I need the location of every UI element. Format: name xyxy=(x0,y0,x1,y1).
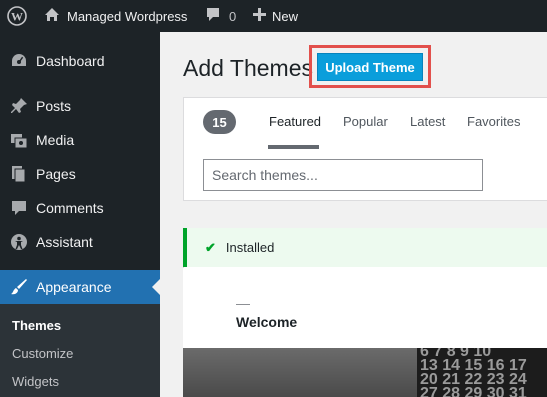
sidebar-item-label: Media xyxy=(36,132,75,148)
checkmark-icon: ✔ xyxy=(205,239,216,255)
new-label: New xyxy=(272,8,299,24)
pin-icon xyxy=(9,96,29,116)
preview-image-grey xyxy=(183,348,417,397)
tab-latest[interactable]: Latest xyxy=(410,114,445,129)
upload-theme-button[interactable]: Upload Theme xyxy=(317,53,423,81)
installed-notice: ✔ Installed xyxy=(183,228,547,267)
dashboard-icon xyxy=(9,51,29,71)
sidebar-item-label: Posts xyxy=(36,98,72,114)
media-icon xyxy=(9,130,29,150)
appearance-submenu: Themes Customize Widgets xyxy=(0,304,160,397)
search-themes-input[interactable] xyxy=(203,159,483,191)
installed-label: Installed xyxy=(225,240,275,255)
preview-divider xyxy=(236,304,250,305)
assistant-icon xyxy=(9,232,29,252)
submenu-item-themes[interactable]: Themes xyxy=(12,318,61,333)
admin-sidebar: Dashboard Posts Media Pages Comments Ass… xyxy=(0,32,160,397)
sidebar-item-label: Assistant xyxy=(36,234,93,250)
wordpress-logo-icon[interactable]: W xyxy=(7,0,29,32)
sidebar-item-pages[interactable]: Pages xyxy=(0,157,160,191)
home-icon xyxy=(44,7,60,25)
brush-icon xyxy=(9,277,29,297)
comments-count: 0 xyxy=(229,8,237,24)
pages-icon xyxy=(9,164,29,184)
sidebar-item-posts[interactable]: Posts xyxy=(0,89,160,123)
sidebar-item-dashboard[interactable]: Dashboard xyxy=(0,44,160,78)
plus-icon xyxy=(253,8,266,24)
comment-icon xyxy=(9,198,29,218)
sidebar-item-label: Pages xyxy=(36,166,76,182)
submenu-item-widgets[interactable]: Widgets xyxy=(12,374,59,389)
submenu-item-customize[interactable]: Customize xyxy=(12,346,73,361)
admin-bar: W Managed Wordpress 0 New xyxy=(0,0,547,32)
tab-popular[interactable]: Popular xyxy=(343,114,388,129)
comment-bubble-icon xyxy=(205,7,221,25)
sidebar-item-label: Dashboard xyxy=(36,53,105,69)
comments-link[interactable]: 0 xyxy=(205,0,236,32)
site-name-link[interactable]: Managed Wordpress xyxy=(44,0,187,32)
new-content-link[interactable]: New xyxy=(253,0,298,32)
theme-count-badge: 15 xyxy=(203,110,236,134)
preview-calendar-image: 6 7 8 9 10 13 14 15 16 17 20 21 22 23 24… xyxy=(417,348,547,397)
sidebar-item-media[interactable]: Media xyxy=(0,123,160,157)
sidebar-item-comments[interactable]: Comments xyxy=(0,191,160,225)
site-name: Managed Wordpress xyxy=(67,8,188,24)
sidebar-item-appearance[interactable]: Appearance xyxy=(0,270,160,304)
tab-favorites[interactable]: Favorites xyxy=(467,114,520,129)
calendar-row: 27 28 29 30 31 xyxy=(420,385,527,397)
page-title: Add Themes xyxy=(183,55,313,81)
svg-text:W: W xyxy=(11,10,23,24)
sidebar-item-assistant[interactable]: Assistant xyxy=(0,225,160,259)
tab-featured[interactable]: Featured xyxy=(269,114,321,129)
active-tab-indicator xyxy=(268,145,319,149)
preview-heading: Welcome xyxy=(236,314,298,330)
sidebar-item-label: Appearance xyxy=(36,279,112,295)
sidebar-item-label: Comments xyxy=(36,200,104,216)
